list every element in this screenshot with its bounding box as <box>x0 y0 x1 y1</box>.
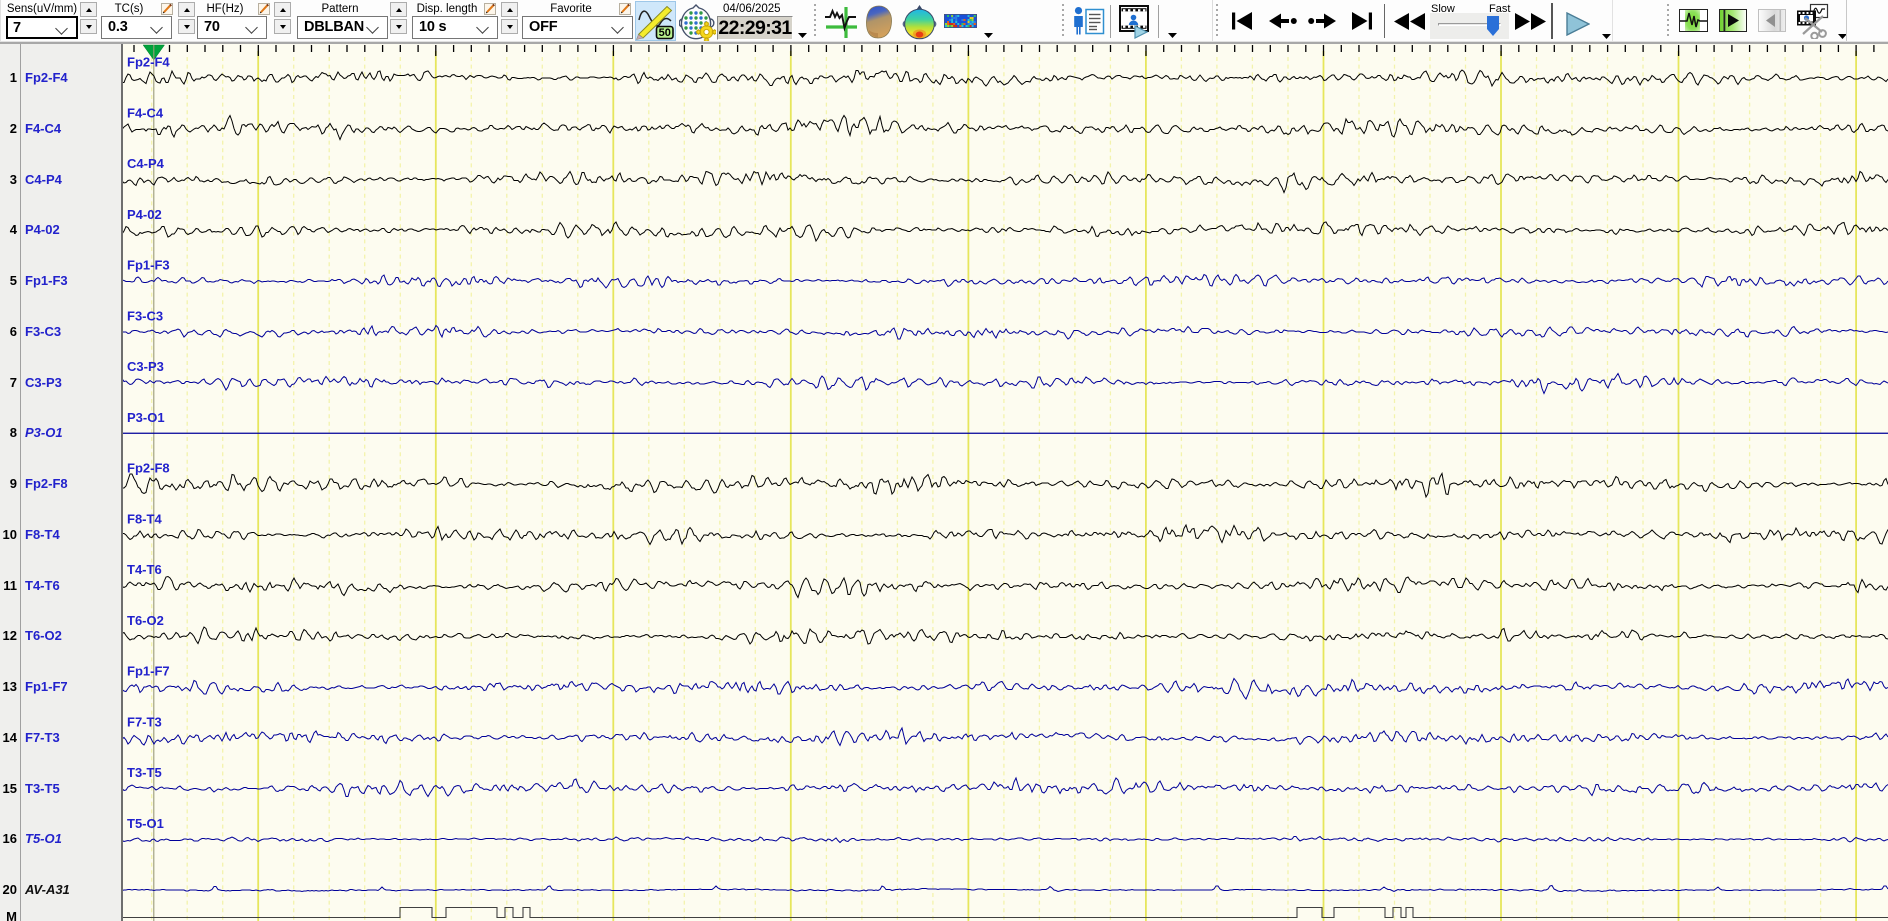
svg-text:T5-O1: T5-O1 <box>127 816 164 831</box>
svg-text:Fp2-F4: Fp2-F4 <box>127 55 170 70</box>
svg-text:C4-P4: C4-P4 <box>127 156 165 171</box>
svg-text:Fp1-F7: Fp1-F7 <box>127 664 170 679</box>
svg-text:T6-O2: T6-O2 <box>127 613 164 628</box>
svg-text:F7-T3: F7-T3 <box>127 714 162 729</box>
svg-text:P4-02: P4-02 <box>127 207 162 222</box>
svg-text:C3-P3: C3-P3 <box>127 359 164 374</box>
svg-text:T4-T6: T4-T6 <box>127 562 162 577</box>
svg-text:F3-C3: F3-C3 <box>127 308 163 323</box>
svg-text:Fp1-F3: Fp1-F3 <box>127 258 170 273</box>
svg-text:F4-C4: F4-C4 <box>127 105 164 120</box>
svg-text:T3-T5: T3-T5 <box>127 765 162 780</box>
svg-text:Fp2-F8: Fp2-F8 <box>127 461 170 476</box>
svg-text:50: 50 <box>659 27 671 39</box>
svg-text:P3-O1: P3-O1 <box>127 410 165 425</box>
svg-text:F8-T4: F8-T4 <box>127 511 162 526</box>
